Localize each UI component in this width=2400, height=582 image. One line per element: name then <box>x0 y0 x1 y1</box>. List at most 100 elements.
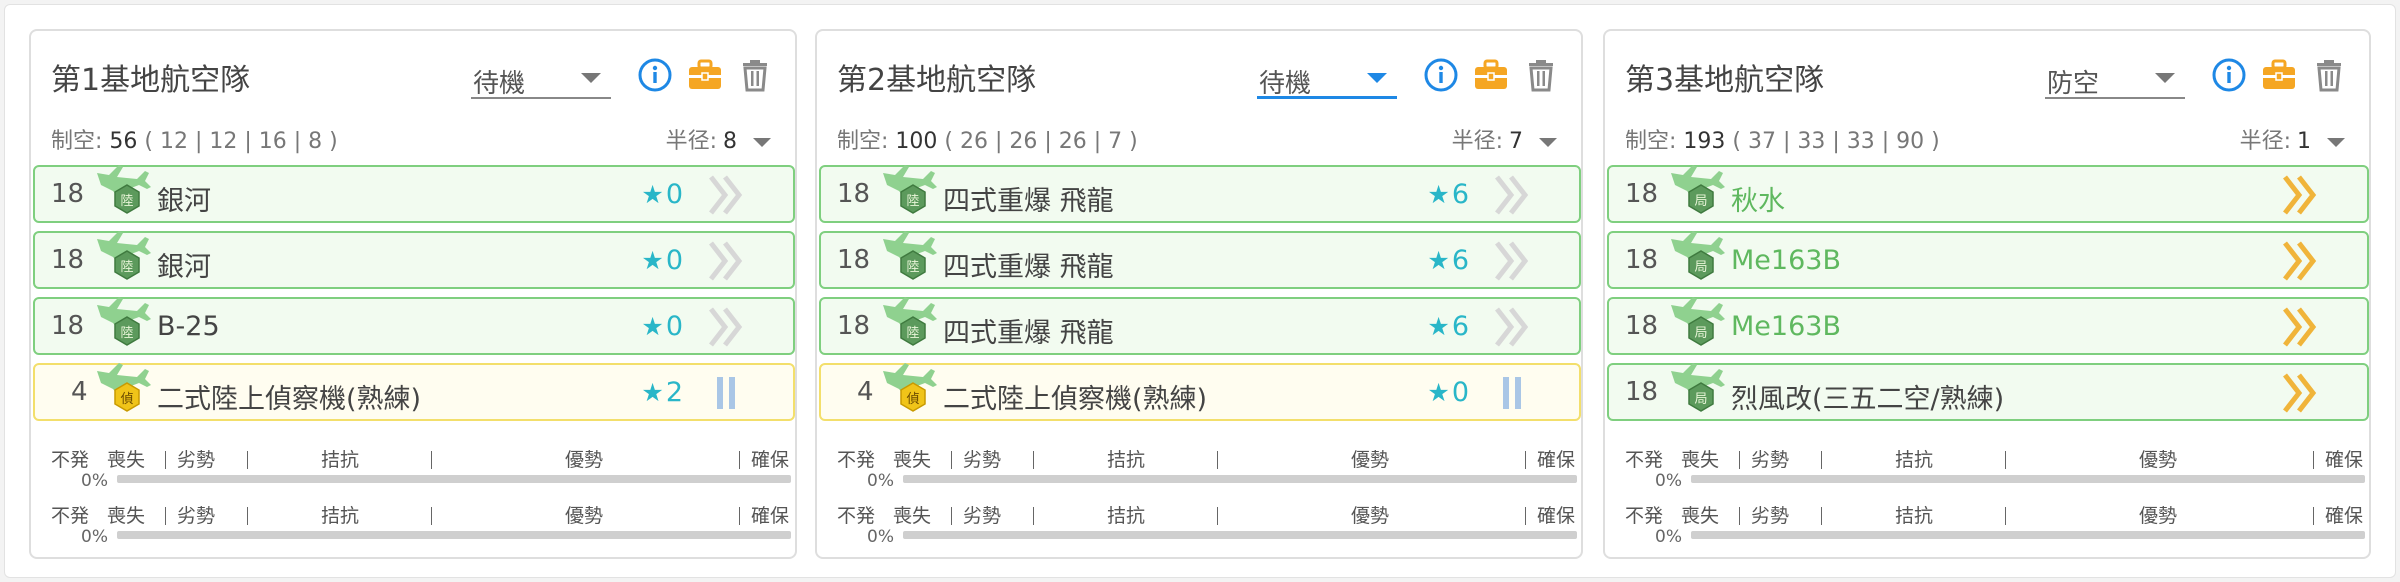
star-icon: ★ <box>641 246 664 275</box>
slot-count[interactable]: 18 <box>51 311 84 341</box>
status-select[interactable]: 防空 <box>2045 57 2185 99</box>
panel-header: 第3基地航空隊 防空 制空: 193 (37 | 33 | 33 | 90)… <box>1605 31 2369 154</box>
eng-divider <box>165 451 166 469</box>
radius-value: 7 <box>1509 129 1523 154</box>
equipment-slot[interactable]: 18 局 Me163B ★ <box>1607 231 2369 289</box>
eng-disadvantage-label: 劣勢 <box>177 505 216 527</box>
plane-name[interactable]: 四式重爆 飛龍 <box>943 245 1114 284</box>
improvement-stars[interactable]: ★2 <box>641 377 683 408</box>
eng-no-launch-label: 不発 <box>1625 505 1664 527</box>
proficiency-icon[interactable] <box>1493 305 1533 349</box>
slot-count[interactable]: 18 <box>837 245 870 275</box>
proficiency-icon[interactable] <box>1493 173 1533 217</box>
eng-no-launch-pct: 0% <box>81 527 108 547</box>
slot-count[interactable]: 18 <box>1625 179 1658 209</box>
info-icon[interactable] <box>635 55 675 95</box>
radius-label: 半径: <box>665 129 717 154</box>
engagement-bar <box>903 475 1577 483</box>
svg-text:陸: 陸 <box>906 325 919 341</box>
improvement-stars[interactable]: ★0 <box>641 179 683 210</box>
equipment-slot[interactable]: 18 陸 四式重爆 飛龍 ★6 <box>819 297 1581 355</box>
panel-title: 第2基地航空隊 <box>837 63 1037 98</box>
proficiency-icon[interactable] <box>2281 239 2321 283</box>
proficiency-icon[interactable] <box>2281 305 2321 349</box>
status-select[interactable]: 待機 <box>471 57 611 99</box>
plane-name[interactable]: 秋水 <box>1731 179 1785 218</box>
eng-parity-label: 拮抗 <box>1107 449 1146 471</box>
radius-label: 半径: <box>2239 129 2291 154</box>
proficiency-icon[interactable] <box>707 305 747 349</box>
equipment-slot[interactable]: 18 陸 四式重爆 飛龍 ★6 <box>819 165 1581 223</box>
slot-count[interactable]: 4 <box>71 377 88 407</box>
trash-icon[interactable] <box>1521 55 1561 95</box>
plane-name[interactable]: 銀河 <box>157 179 211 218</box>
eng-disadvantage-label: 劣勢 <box>1751 505 1790 527</box>
chevron-down-icon <box>581 73 601 83</box>
plane-name[interactable]: 四式重爆 飛龍 <box>943 179 1114 218</box>
plane-name[interactable]: 二式陸上偵察機(熟練) <box>157 377 421 416</box>
eng-divider <box>1033 451 1034 469</box>
slot-count[interactable]: 4 <box>857 377 874 407</box>
proficiency-icon[interactable] <box>2281 371 2321 415</box>
improvement-stars[interactable]: ★6 <box>1427 179 1469 210</box>
plane-icon: 陸 <box>97 165 151 214</box>
status-select[interactable]: 待機 <box>1257 57 1397 99</box>
eng-parity-label: 拮抗 <box>1107 505 1146 527</box>
proficiency-icon[interactable] <box>2281 173 2321 217</box>
improvement-stars[interactable]: ★6 <box>1427 311 1469 342</box>
radius-select[interactable]: 半径: 7 <box>1452 123 1557 155</box>
equipment-slot[interactable]: 18 陸 銀河 ★0 <box>33 165 795 223</box>
equipment-slot[interactable]: 18 局 秋水 ★ <box>1607 165 2369 223</box>
slot-count[interactable]: 18 <box>1625 377 1658 407</box>
equipment-slot[interactable]: 18 陸 B-25 ★0 <box>33 297 795 355</box>
equipment-slot[interactable]: 18 陸 四式重爆 飛龍 ★6 <box>819 231 1581 289</box>
slot-count[interactable]: 18 <box>1625 245 1658 275</box>
slot-count[interactable]: 18 <box>837 179 870 209</box>
eng-divider <box>431 451 432 469</box>
slot-count[interactable]: 18 <box>1625 311 1658 341</box>
plane-name[interactable]: 烈風改(三五二空/熟練) <box>1731 377 2004 416</box>
radius-select[interactable]: 半径: 8 <box>666 123 771 155</box>
eng-divider <box>1821 451 1822 469</box>
radius-value: 8 <box>723 129 737 154</box>
equipment-slot[interactable]: 18 局 Me163B ★ <box>1607 297 2369 355</box>
equipment-slot[interactable]: 18 陸 銀河 ★0 <box>33 231 795 289</box>
improvement-stars[interactable]: ★0 <box>641 311 683 342</box>
plane-name[interactable]: 二式陸上偵察機(熟練) <box>943 377 1207 416</box>
trash-icon[interactable] <box>2309 55 2349 95</box>
eng-no-launch-pct: 0% <box>81 471 108 491</box>
proficiency-icon[interactable] <box>707 371 747 415</box>
info-icon[interactable] <box>1421 55 1461 95</box>
briefcase-icon[interactable] <box>1471 55 1511 95</box>
improvement-stars[interactable]: ★6 <box>1427 245 1469 276</box>
star-value: 2 <box>665 377 683 408</box>
slot-count[interactable]: 18 <box>51 179 84 209</box>
plane-name[interactable]: Me163B <box>1731 311 1841 342</box>
improvement-stars[interactable]: ★0 <box>641 245 683 276</box>
info-icon[interactable] <box>2209 55 2249 95</box>
eng-advantage-label: 優勢 <box>2139 505 2178 527</box>
improvement-stars[interactable]: ★0 <box>1427 377 1469 408</box>
proficiency-icon[interactable] <box>707 173 747 217</box>
eng-divider <box>1217 507 1218 525</box>
slot-count[interactable]: 18 <box>51 245 84 275</box>
proficiency-icon[interactable] <box>1493 239 1533 283</box>
eng-divider <box>2005 507 2006 525</box>
plane-name[interactable]: Me163B <box>1731 245 1841 276</box>
equipment-slot[interactable]: 4 偵 二式陸上偵察機(熟練) ★0 <box>819 363 1581 421</box>
plane-name[interactable]: 銀河 <box>157 245 211 284</box>
plane-icon: 局 <box>1671 363 1725 412</box>
plane-name[interactable]: 四式重爆 飛龍 <box>943 311 1114 350</box>
proficiency-icon[interactable] <box>1493 371 1533 415</box>
plane-name[interactable]: B-25 <box>157 311 220 342</box>
equipment-slot[interactable]: 18 局 烈風改(三五二空/熟練) ★ <box>1607 363 2369 421</box>
proficiency-icon[interactable] <box>707 239 747 283</box>
radius-select[interactable]: 半径: 1 <box>2240 123 2345 155</box>
status-value: 待機 <box>1259 69 1312 99</box>
equipment-slot[interactable]: 4 偵 二式陸上偵察機(熟練) ★2 <box>33 363 795 421</box>
star-icon: ★ <box>641 312 664 341</box>
trash-icon[interactable] <box>735 55 775 95</box>
briefcase-icon[interactable] <box>2259 55 2299 95</box>
briefcase-icon[interactable] <box>685 55 725 95</box>
slot-count[interactable]: 18 <box>837 311 870 341</box>
